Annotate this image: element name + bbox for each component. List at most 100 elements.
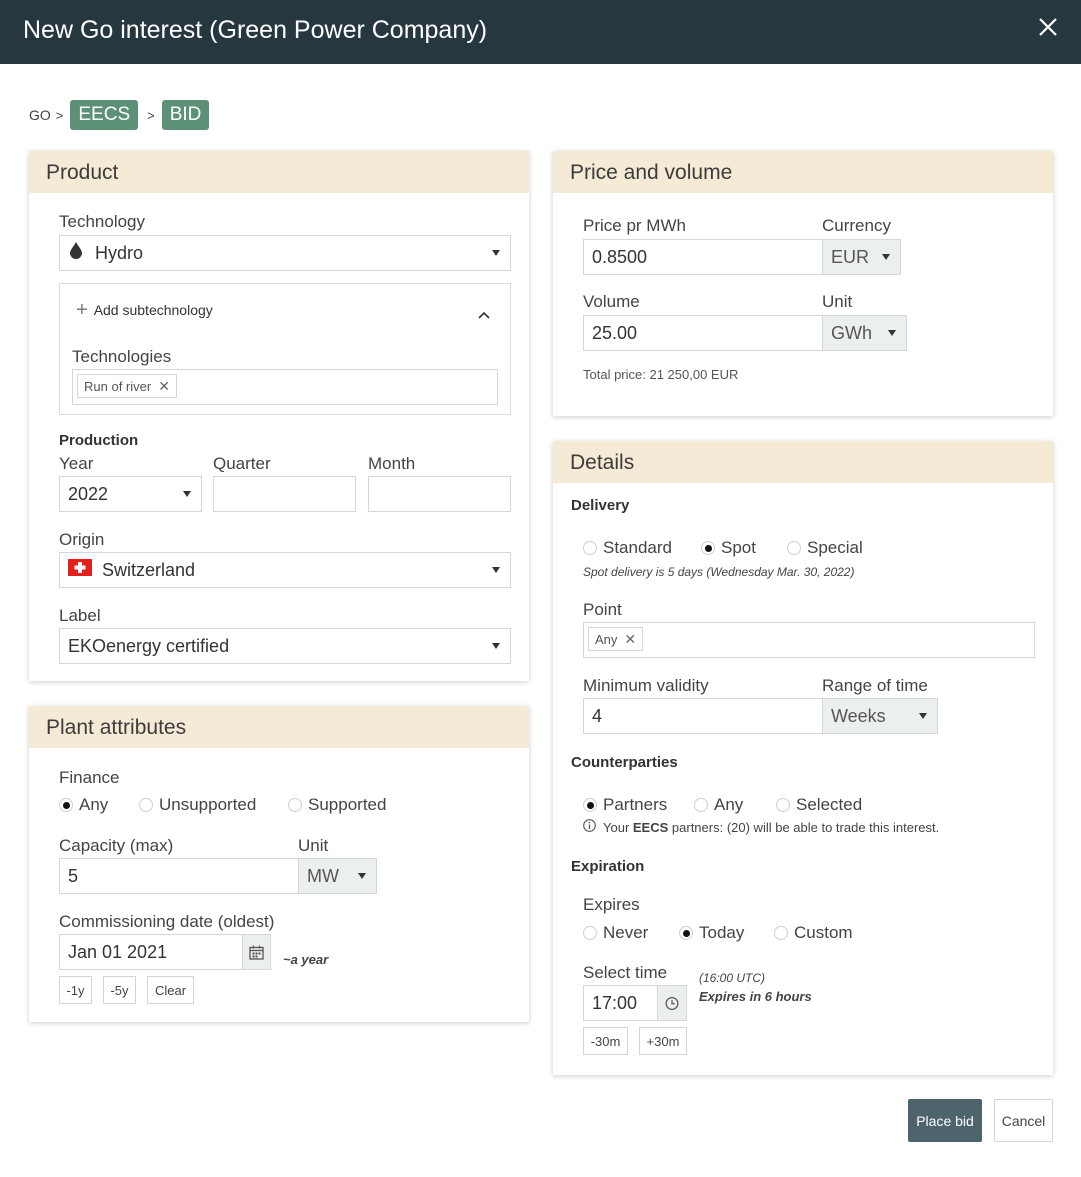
add-subtechnology-label: Add subtechnology bbox=[93, 302, 213, 318]
radio-dot bbox=[694, 798, 708, 812]
radio-label: Partners bbox=[603, 795, 668, 814]
label-select[interactable]: EKOenergy certified bbox=[59, 628, 511, 664]
radio-label: Special bbox=[807, 538, 863, 557]
expires-label: Expires bbox=[583, 895, 640, 914]
point-tag-input[interactable]: Any ✕ bbox=[583, 622, 1035, 658]
radio-label: Unsupported bbox=[159, 795, 257, 814]
expires-radio-never[interactable]: Never bbox=[583, 923, 648, 943]
expires-radio-custom[interactable]: Custom bbox=[774, 923, 853, 943]
counterparties-radio-any[interactable]: Any bbox=[694, 795, 743, 815]
volume-unit-value: GWh bbox=[831, 322, 873, 343]
range-of-time-select[interactable]: Weeks bbox=[822, 698, 938, 734]
year-select[interactable]: 2022 bbox=[59, 476, 202, 512]
expires-radio-today[interactable]: Today bbox=[679, 923, 744, 943]
plus-icon: + bbox=[76, 299, 88, 321]
technology-select[interactable]: Hydro bbox=[59, 235, 511, 271]
radio-dot bbox=[679, 926, 693, 940]
cancel-button[interactable]: Cancel bbox=[994, 1099, 1053, 1142]
swiss-flag-icon bbox=[68, 559, 92, 581]
minus-30m-button[interactable]: -30m bbox=[583, 1027, 628, 1055]
radio-dot bbox=[787, 541, 801, 555]
counterparties-title: Counterparties bbox=[571, 754, 678, 771]
chevron-down-icon bbox=[183, 491, 191, 497]
tag-run-of-river: Run of river ✕ bbox=[77, 374, 177, 398]
finance-radio-unsupported[interactable]: Unsupported bbox=[139, 795, 256, 815]
month-input[interactable] bbox=[368, 476, 511, 512]
breadcrumb-bid[interactable]: BID bbox=[161, 100, 210, 130]
point-label: Point bbox=[583, 600, 622, 619]
finance-label: Finance bbox=[59, 768, 120, 787]
chevron-up-icon[interactable] bbox=[478, 306, 490, 324]
expiration-title: Expiration bbox=[571, 858, 645, 875]
remove-tag-icon[interactable]: ✕ bbox=[158, 378, 170, 395]
price-input[interactable]: 0.8500 bbox=[583, 239, 823, 275]
radio-label: Never bbox=[603, 923, 649, 942]
volume-input[interactable]: 25.00 bbox=[583, 315, 823, 351]
radio-dot bbox=[583, 541, 597, 555]
finance-radio-supported[interactable]: Supported bbox=[288, 795, 386, 815]
radio-dot bbox=[139, 798, 153, 812]
capacity-unit-select[interactable]: MW bbox=[298, 858, 377, 894]
currency-value: EUR bbox=[831, 246, 870, 267]
technology-label: Technology bbox=[59, 212, 146, 231]
breadcrumb-go[interactable]: GO bbox=[29, 107, 51, 123]
calendar-icon[interactable] bbox=[242, 934, 271, 970]
total-price: Total price: 21 250,00 EUR bbox=[583, 367, 739, 382]
finance-radio-any[interactable]: Any bbox=[59, 795, 108, 815]
delivery-radio-special[interactable]: Special bbox=[787, 538, 863, 558]
delivery-radio-spot[interactable]: Spot bbox=[701, 538, 756, 558]
commissioning-label: Commissioning date (oldest) bbox=[59, 912, 275, 931]
clear-date-button[interactable]: Clear bbox=[147, 976, 194, 1004]
info-scheme: EECS bbox=[632, 819, 669, 835]
minus-1y-button[interactable]: -1y bbox=[59, 976, 92, 1004]
quarter-input[interactable] bbox=[213, 476, 356, 512]
year-label: Year bbox=[59, 454, 94, 473]
select-time-label: Select time bbox=[583, 963, 668, 982]
origin-value: Switzerland bbox=[102, 559, 196, 580]
details-panel: Details Delivery Standard Spot Special S… bbox=[553, 441, 1053, 1075]
min-validity-label: Minimum validity bbox=[583, 676, 709, 695]
tag-label: Any bbox=[595, 631, 618, 647]
radio-label: Any bbox=[714, 795, 744, 814]
water-drop-icon bbox=[70, 242, 82, 264]
technologies-tag-input[interactable]: Run of river ✕ bbox=[72, 369, 498, 405]
volume-unit-label: Unit bbox=[822, 292, 853, 311]
label-field-label: Label bbox=[59, 606, 101, 625]
technologies-label: Technologies bbox=[72, 347, 172, 366]
capacity-input[interactable]: 5 bbox=[59, 858, 299, 894]
currency-select[interactable]: EUR bbox=[822, 239, 901, 275]
details-header: Details bbox=[553, 441, 1053, 483]
price-volume-panel: Price and volume Price pr MWh Currency 0… bbox=[553, 151, 1053, 416]
currency-label: Currency bbox=[822, 216, 891, 235]
radio-dot bbox=[59, 798, 73, 812]
product-header: Product bbox=[29, 151, 529, 193]
min-validity-input[interactable]: 4 bbox=[583, 698, 823, 734]
delivery-title: Delivery bbox=[571, 497, 630, 514]
chevron-down-icon bbox=[358, 873, 366, 879]
add-subtechnology-button[interactable]: + Add subtechnology bbox=[76, 299, 213, 321]
technology-value: Hydro bbox=[95, 242, 144, 263]
radio-dot bbox=[583, 926, 597, 940]
time-input[interactable]: 17:00 bbox=[583, 985, 660, 1021]
breadcrumb-eecs[interactable]: EECS bbox=[70, 100, 139, 130]
volume-unit-select[interactable]: GWh bbox=[822, 315, 907, 351]
breadcrumb: GO > EECS > BID bbox=[29, 99, 210, 131]
production-title: Production bbox=[59, 432, 139, 449]
plus-30m-button[interactable]: +30m bbox=[639, 1027, 687, 1055]
radio-dot bbox=[774, 926, 788, 940]
clock-icon[interactable] bbox=[657, 985, 687, 1021]
close-icon[interactable] bbox=[1037, 16, 1059, 42]
counterparties-radio-partners[interactable]: Partners bbox=[583, 795, 667, 815]
price-label: Price pr MWh bbox=[583, 216, 686, 235]
capacity-unit-value: MW bbox=[307, 865, 339, 886]
place-bid-button[interactable]: Place bid bbox=[908, 1099, 982, 1142]
remove-tag-icon[interactable]: ✕ bbox=[624, 631, 636, 648]
minus-5y-button[interactable]: -5y bbox=[103, 976, 136, 1004]
expires-in-note: Expires in 6 hours bbox=[699, 989, 812, 1004]
origin-select[interactable]: Switzerland bbox=[59, 552, 511, 588]
info-text: partners: (20) will be able to trade thi… bbox=[668, 819, 940, 835]
radio-dot bbox=[583, 798, 597, 812]
counterparties-radio-selected[interactable]: Selected bbox=[776, 795, 862, 815]
commissioning-date-input[interactable]: Jan 01 2021 bbox=[59, 934, 244, 970]
delivery-radio-standard[interactable]: Standard bbox=[583, 538, 672, 558]
